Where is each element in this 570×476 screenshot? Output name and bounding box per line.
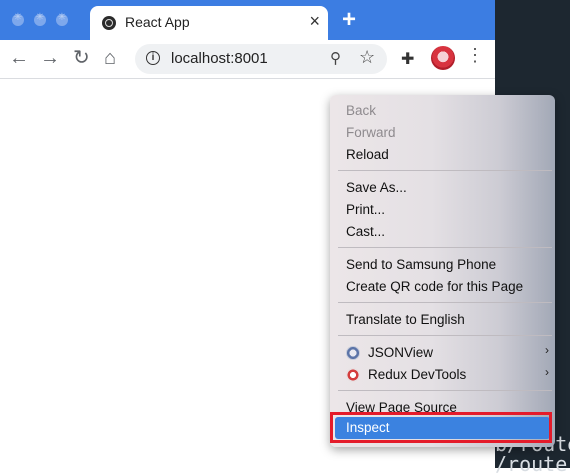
menu-item-forward[interactable]: Forward [346,125,396,140]
menu-separator [338,170,552,171]
menu-separator [338,390,552,391]
reload-icon[interactable]: ↻ [73,47,90,69]
extensions-puzzle-icon[interactable]: ✚ [401,49,414,69]
browser-toolbar: ← → ↻ ⌂ i localhost:8001 ⚲ ☆ ✚ ⋮ [0,40,495,79]
kebab-menu-icon[interactable]: ⋮ [466,45,484,66]
tab-title: React App [125,14,190,30]
menu-separator [338,302,552,303]
tab-strip: React App × + [0,0,495,40]
close-window-button[interactable] [12,12,24,26]
maximize-window-button[interactable] [56,12,68,26]
close-tab-icon[interactable]: × [309,11,320,32]
search-zoom-icon[interactable]: ⚲ [330,49,341,67]
home-icon[interactable]: ⌂ [104,47,116,69]
menu-item-redux-devtools[interactable]: Redux DevTools [368,367,466,382]
submenu-arrow-icon: › [545,365,549,379]
new-tab-button[interactable]: + [342,6,356,34]
menu-item-create-qr[interactable]: Create QR code for this Page [346,279,523,294]
menu-item-translate[interactable]: Translate to English [346,312,465,327]
redux-devtools-icon [346,368,360,382]
menu-separator [338,335,552,336]
jsonview-icon [346,346,360,360]
menu-item-print[interactable]: Print... [346,202,385,217]
context-menu: Back Forward Reload Save As... Print... … [330,95,555,447]
terminal-line: /router [495,452,570,476]
info-icon[interactable]: i [146,51,160,65]
bookmark-star-icon[interactable]: ☆ [359,47,375,68]
globe-icon [102,16,116,30]
menu-separator [338,247,552,248]
address-bar[interactable]: i localhost:8001 ⚲ ☆ [135,44,387,74]
menu-item-save-as[interactable]: Save As... [346,180,407,195]
menu-item-jsonview[interactable]: JSONView [368,345,433,360]
forward-arrow-icon[interactable]: → [40,47,60,69]
back-arrow-icon[interactable]: ← [9,47,29,69]
profile-avatar[interactable] [431,46,455,70]
menu-item-send-to-phone[interactable]: Send to Samsung Phone [346,257,496,272]
url-text[interactable]: localhost:8001 [171,50,268,67]
menu-item-back[interactable]: Back [346,103,376,118]
tab-react-app[interactable]: React App × [90,6,328,40]
submenu-arrow-icon: › [545,343,549,357]
menu-item-cast[interactable]: Cast... [346,224,385,239]
minimize-window-button[interactable] [34,12,46,26]
menu-item-reload[interactable]: Reload [346,147,389,162]
annotation-highlight-box [330,412,552,443]
